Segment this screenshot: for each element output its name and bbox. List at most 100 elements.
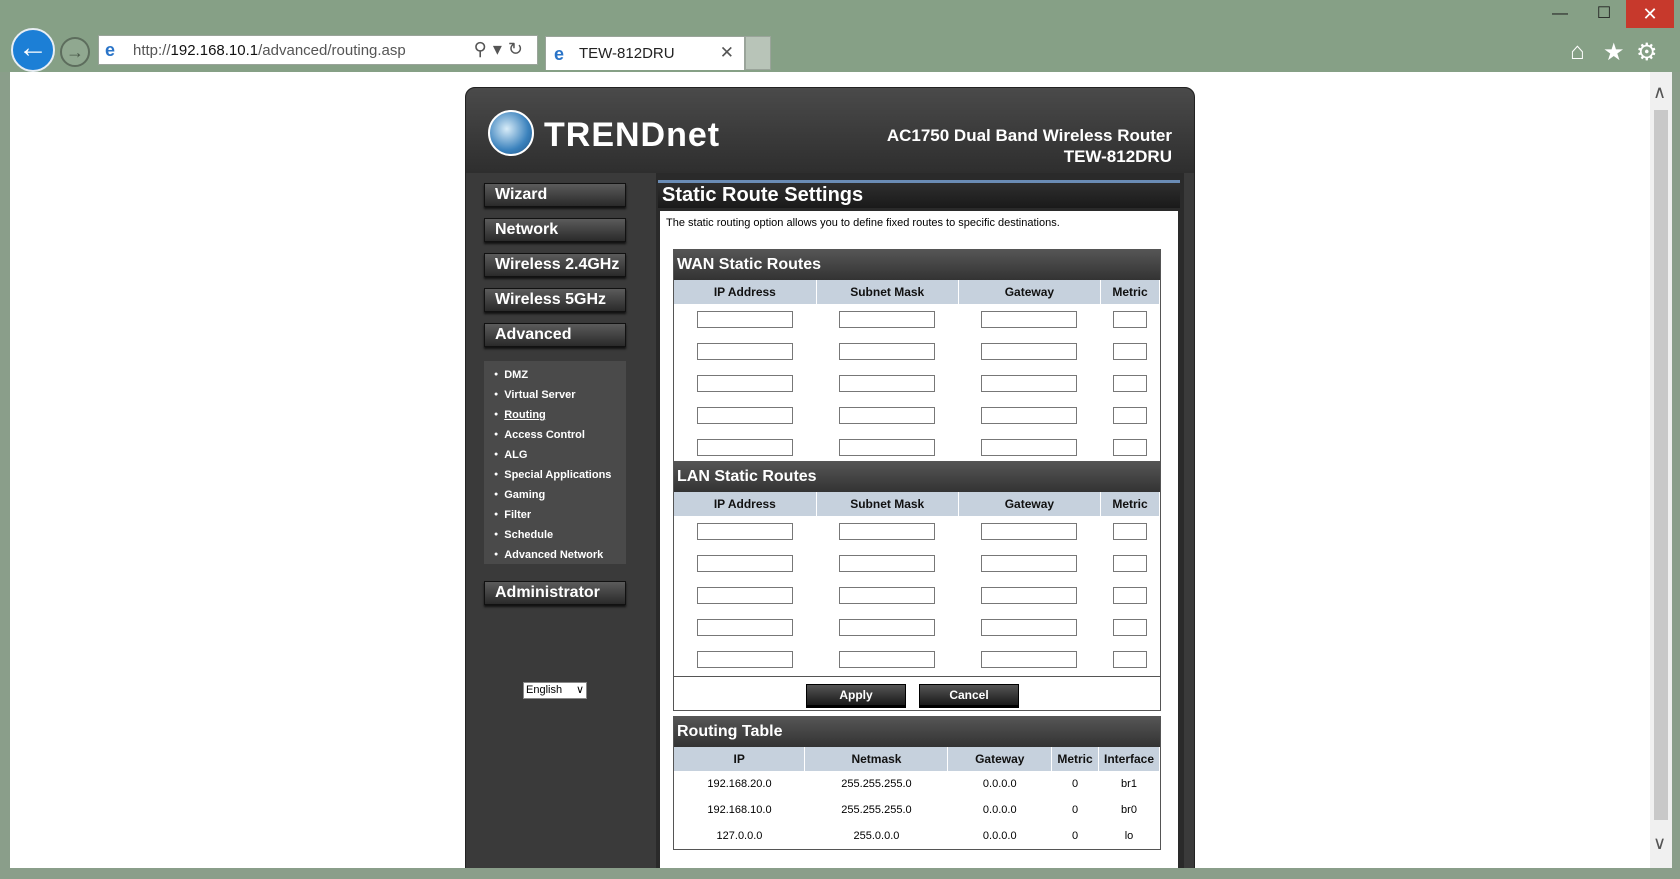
- lan-ip-input[interactable]: [697, 523, 794, 540]
- nav-network[interactable]: Network: [484, 218, 626, 242]
- close-tab-icon[interactable]: ✕: [720, 43, 734, 63]
- lan-mask-input[interactable]: [839, 523, 936, 540]
- nav-advanced[interactable]: Advanced: [484, 323, 626, 347]
- wan-mask-input[interactable]: [839, 439, 936, 456]
- wan-ip-input[interactable]: [697, 311, 794, 328]
- cell-metric: 0: [1071, 830, 1079, 842]
- wan-metric-input[interactable]: [1113, 311, 1147, 328]
- nav-wizard[interactable]: Wizard: [484, 183, 626, 207]
- lan-metric-input[interactable]: [1113, 587, 1147, 604]
- cell-metric: 0: [1071, 804, 1079, 816]
- lan-gateway-input[interactable]: [981, 619, 1078, 636]
- cell-ip: 192.168.20.0: [707, 778, 772, 790]
- refresh-icon[interactable]: ↻: [508, 39, 529, 59]
- scroll-up-icon[interactable]: ∧: [1653, 82, 1666, 103]
- lan-gateway-input[interactable]: [981, 523, 1078, 540]
- trendnet-logo-icon: [488, 110, 534, 156]
- lan-mask-input[interactable]: [839, 587, 936, 604]
- col-gateway: Gateway: [958, 492, 1102, 516]
- gear-icon[interactable]: ⚙: [1636, 38, 1658, 67]
- wan-metric-input[interactable]: [1113, 375, 1147, 392]
- wan-mask-input[interactable]: [839, 311, 936, 328]
- table-row: 192.168.20.0 255.255.255.0 0.0.0.0 0 br1: [674, 771, 1160, 797]
- submenu-gaming[interactable]: Gaming: [494, 489, 626, 509]
- ie-icon: e: [105, 40, 116, 60]
- lan-metric-input[interactable]: [1113, 523, 1147, 540]
- language-select[interactable]: English ∨: [523, 682, 587, 699]
- submenu-dmz[interactable]: DMZ: [494, 369, 626, 389]
- lan-ip-input[interactable]: [697, 555, 794, 572]
- dropdown-icon[interactable]: ▾: [493, 39, 508, 59]
- back-arrow-icon[interactable]: ←: [11, 28, 55, 72]
- table-row: [674, 644, 1160, 676]
- forward-arrow-icon[interactable]: →: [60, 37, 90, 67]
- apply-button[interactable]: Apply: [806, 684, 906, 706]
- submenu-access-control[interactable]: Access Control: [494, 429, 626, 449]
- wan-mask-input[interactable]: [839, 375, 936, 392]
- wan-gateway-input[interactable]: [981, 343, 1078, 360]
- lan-ip-input[interactable]: [697, 619, 794, 636]
- lan-mask-input[interactable]: [839, 555, 936, 572]
- wan-metric-input[interactable]: [1113, 343, 1147, 360]
- scroll-down-icon[interactable]: ∨: [1653, 833, 1666, 854]
- submenu-virtual-server[interactable]: Virtual Server: [494, 389, 626, 409]
- col-gateway: Gateway: [958, 280, 1102, 304]
- lan-metric-input[interactable]: [1113, 619, 1147, 636]
- maximize-button[interactable]: ☐: [1582, 0, 1626, 28]
- submenu-advanced-network[interactable]: Advanced Network: [494, 549, 626, 569]
- vertical-scrollbar[interactable]: ∧ ∨: [1650, 72, 1672, 868]
- wan-mask-input[interactable]: [839, 343, 936, 360]
- close-window-button[interactable]: ✕: [1626, 0, 1674, 28]
- wan-static-routes: WAN Static Routes IP Address Subnet Mask…: [673, 249, 1161, 465]
- cell-gateway: 0.0.0.0: [982, 804, 1017, 816]
- search-icon[interactable]: ⚲: [474, 39, 493, 59]
- col-metric: Metric: [1051, 747, 1099, 771]
- cancel-button[interactable]: Cancel: [919, 684, 1019, 706]
- home-icon[interactable]: ⌂: [1570, 38, 1585, 66]
- wan-ip-input[interactable]: [697, 343, 794, 360]
- nav-wireless-5[interactable]: Wireless 5GHz: [484, 288, 626, 312]
- browser-tab[interactable]: e TEW-812DRU ✕: [545, 36, 745, 70]
- wan-ip-input[interactable]: [697, 407, 794, 424]
- wan-gateway-input[interactable]: [981, 375, 1078, 392]
- cell-ip: 192.168.10.0: [707, 804, 772, 816]
- lan-ip-input[interactable]: [697, 651, 794, 668]
- page-viewport: TRENDnet AC1750 Dual Band Wireless Route…: [10, 72, 1650, 868]
- nav-wireless-24[interactable]: Wireless 2.4GHz: [484, 253, 626, 277]
- col-ip-address: IP Address: [674, 280, 817, 304]
- lan-metric-input[interactable]: [1113, 555, 1147, 572]
- lan-mask-input[interactable]: [839, 619, 936, 636]
- lan-ip-input[interactable]: [697, 587, 794, 604]
- new-tab-button[interactable]: [745, 36, 771, 70]
- wan-gateway-input[interactable]: [981, 407, 1078, 424]
- lan-gateway-input[interactable]: [981, 555, 1078, 572]
- wan-metric-input[interactable]: [1113, 439, 1147, 456]
- wan-mask-input[interactable]: [839, 407, 936, 424]
- col-subnet-mask: Subnet Mask: [816, 280, 959, 304]
- nav-administrator[interactable]: Administrator: [484, 581, 626, 605]
- model-description: AC1750 Dual Band Wireless Router: [886, 126, 1172, 145]
- lan-gateway-input[interactable]: [981, 651, 1078, 668]
- submenu-routing[interactable]: Routing: [494, 409, 626, 429]
- lan-mask-input[interactable]: [839, 651, 936, 668]
- wan-gateway-input[interactable]: [981, 311, 1078, 328]
- submenu-alg[interactable]: ALG: [494, 449, 626, 469]
- star-icon[interactable]: ★: [1603, 38, 1625, 67]
- wan-metric-input[interactable]: [1113, 407, 1147, 424]
- cell-ip: 127.0.0.0: [716, 830, 763, 842]
- submenu-filter[interactable]: Filter: [494, 509, 626, 529]
- wan-ip-input[interactable]: [697, 439, 794, 456]
- lan-metric-input[interactable]: [1113, 651, 1147, 668]
- minimize-button[interactable]: —: [1538, 0, 1582, 28]
- submenu-schedule[interactable]: Schedule: [494, 529, 626, 549]
- cell-netmask: 255.255.255.0: [841, 778, 912, 790]
- scrollbar-thumb[interactable]: [1654, 110, 1668, 820]
- lan-gateway-input[interactable]: [981, 587, 1078, 604]
- wan-gateway-input[interactable]: [981, 439, 1078, 456]
- wan-ip-input[interactable]: [697, 375, 794, 392]
- col-interface: Interface: [1098, 747, 1160, 771]
- table-row: [674, 304, 1160, 336]
- address-bar[interactable]: e http://192.168.10.1/advanced/routing.a…: [98, 35, 538, 65]
- content-body: The static routing option allows you to …: [660, 211, 1178, 868]
- submenu-special-applications[interactable]: Special Applications: [494, 469, 626, 489]
